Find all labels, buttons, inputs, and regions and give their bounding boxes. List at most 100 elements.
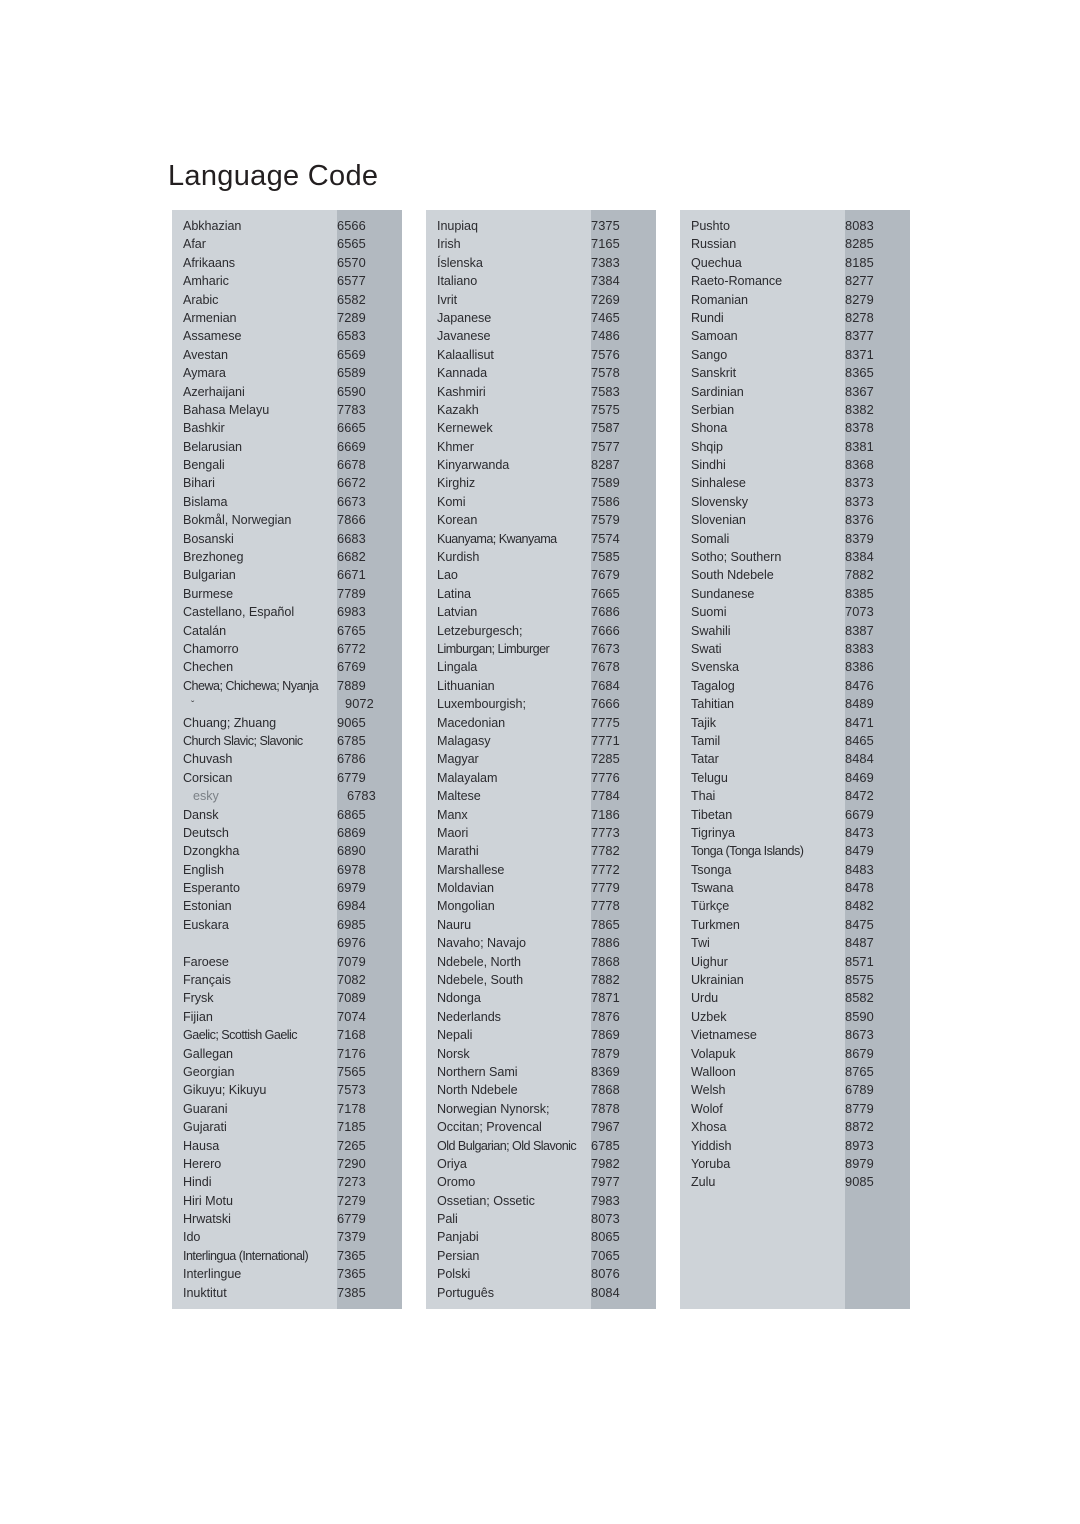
language-name: Ossetian; Ossetic — [437, 1193, 535, 1208]
language-code: 8065 — [591, 1229, 620, 1245]
language-name: Zulu — [691, 1175, 716, 1190]
language-name: Irish — [437, 237, 461, 252]
language-row: Romanian 8279 — [680, 291, 910, 309]
language-row: Slovenian 8376 — [680, 511, 910, 529]
language-row: Tamil 8465 — [680, 732, 910, 750]
language-name: Azerhaijani — [183, 384, 245, 399]
language-name: Northern Sami — [437, 1064, 518, 1079]
language-row: Tajik 8471 — [680, 714, 910, 732]
language-code: 7871 — [591, 990, 620, 1006]
language-code: 7866 — [337, 512, 366, 528]
language-code: 7176 — [337, 1045, 366, 1061]
language-code: 8381 — [845, 438, 874, 454]
language-row: Nederlands 7876 — [426, 1008, 656, 1026]
language-column-1: Abkhazian 6566 Afar 6565 Afrikaans 6570 Amhari… — [172, 210, 402, 1310]
language-code: 8076 — [591, 1266, 620, 1282]
language-row: Twi 8487 — [680, 934, 910, 952]
language-row: Malayalam 7776 — [426, 769, 656, 787]
language-name: Vietnamese — [691, 1028, 757, 1043]
language-name: Letzeburgesch; — [437, 623, 523, 638]
language-row: Bihari 6672 — [172, 474, 402, 492]
language-row: Macedonian 7775 — [426, 714, 656, 732]
language-code: 8376 — [845, 512, 874, 528]
language-code: 7574 — [591, 530, 620, 546]
language-code: 7967 — [591, 1119, 620, 1135]
language-code: 6890 — [337, 843, 366, 859]
language-name: Kalaallisut — [437, 347, 494, 362]
language-code: 6765 — [337, 622, 366, 638]
language-row: Corsican 6779 — [172, 769, 402, 787]
language-name: Yoruba — [691, 1156, 731, 1171]
language-code: 8475 — [845, 916, 874, 932]
language-code: 7783 — [337, 401, 366, 417]
language-row: Lingala 7678 — [426, 658, 656, 676]
language-code: 7375 — [591, 218, 620, 233]
language-name: Komi — [437, 494, 466, 509]
language-row: Georgian 7565 — [172, 1063, 402, 1081]
language-row: Yoruba 8979 — [680, 1155, 910, 1173]
language-row: Marathi 7782 — [426, 842, 656, 860]
language-row: Lithuanian 7684 — [426, 677, 656, 695]
language-row: Deutsch 6869 — [172, 824, 402, 842]
language-name: Shqip — [691, 439, 723, 454]
language-code-page: Language Code Abkhazian 6566 Afar 6565 Afrik… — [0, 0, 1080, 1524]
language-code: 8373 — [845, 475, 874, 491]
language-name: Hindi — [183, 1175, 212, 1190]
language-code: 7073 — [845, 604, 874, 620]
language-code: 7279 — [337, 1192, 366, 1208]
language-row: Samoan 8377 — [680, 327, 910, 345]
language-row: Nepali 7869 — [426, 1026, 656, 1044]
language-name: Amharic — [183, 274, 229, 289]
language-row: Íslenska 7383 — [426, 254, 656, 272]
language-code: 7583 — [591, 383, 620, 399]
language-name: Assamese — [183, 329, 242, 344]
language-code: 7679 — [591, 567, 620, 583]
language-name: Magyar — [437, 752, 479, 767]
language-row: Bengali 6678 — [172, 456, 402, 474]
language-name: Urdu — [691, 991, 719, 1006]
language-name: Tonga (Tonga Islands) — [691, 844, 804, 859]
language-code: 6566 — [337, 218, 366, 233]
language-row: Polski 8076 — [426, 1265, 656, 1283]
language-code: 6779 — [337, 769, 366, 785]
language-code: 7385 — [337, 1284, 366, 1300]
language-row: Wolof 8779 — [680, 1100, 910, 1118]
page-title: Language Code — [168, 160, 379, 192]
language-row: Kirghiz 7589 — [426, 474, 656, 492]
language-row: Uighur 8571 — [680, 953, 910, 971]
language-code: 7771 — [591, 732, 620, 748]
language-code: 6979 — [337, 880, 366, 896]
language-code: 7285 — [591, 751, 620, 767]
language-name: Tajik — [691, 715, 716, 730]
language-name: Oromo — [437, 1175, 476, 1190]
language-row: Tswana 8478 — [680, 879, 910, 897]
language-name: Français — [183, 973, 231, 988]
language-row: Inuktitut 7385 — [172, 1284, 402, 1302]
language-code: 7269 — [591, 291, 620, 307]
language-row: Limburgan; Limburger 7673 — [426, 640, 656, 658]
language-row: Frysk 7089 — [172, 989, 402, 1007]
language-name: Chewa; Chichewa; Nyanja — [183, 678, 319, 693]
language-code: 7868 — [591, 953, 620, 969]
language-name: Corsican — [183, 770, 233, 785]
language-code: 6869 — [337, 824, 366, 840]
language-row: Lao 7679 — [426, 566, 656, 584]
language-row: Kalaallisut 7576 — [426, 346, 656, 364]
language-code: 7168 — [337, 1027, 366, 1043]
language-name: Pali — [437, 1212, 458, 1227]
language-row: Hindi 7273 — [172, 1173, 402, 1191]
language-name: Hiri Motu — [183, 1193, 233, 1208]
language-name: Afrikaans — [183, 255, 236, 270]
language-row: Church Slavic; Slavonic 6785 — [172, 732, 402, 750]
language-row: Northern Sami 8369 — [426, 1063, 656, 1081]
language-row: Kashmiri 7583 — [426, 383, 656, 401]
language-name: Javanese — [437, 329, 491, 344]
language-name: Aymara — [183, 366, 226, 381]
language-code: 6785 — [591, 1137, 620, 1153]
language-name: Bokmål, Norwegian — [183, 513, 292, 528]
language-code: 6569 — [337, 346, 366, 362]
language-code: 9085 — [845, 1174, 874, 1190]
language-code: 7878 — [591, 1100, 620, 1116]
language-code: 7789 — [337, 585, 366, 601]
language-name: Malagasy — [437, 733, 491, 748]
